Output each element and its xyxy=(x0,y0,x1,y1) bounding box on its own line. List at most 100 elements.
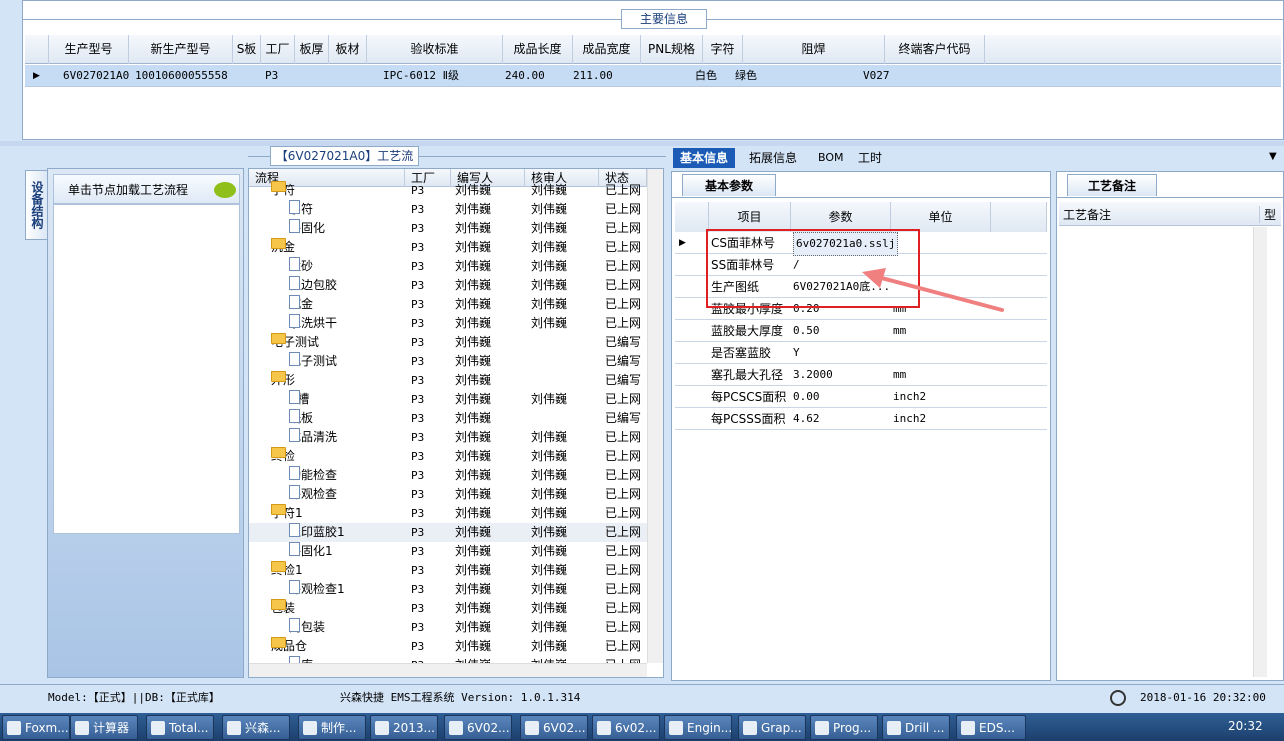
tree-cell-reviewer: 刘伟巍 xyxy=(531,278,568,292)
column-header[interactable]: 板材 xyxy=(329,35,367,64)
table-cell: 每PCSSS面积 xyxy=(711,412,786,426)
tree-cell-writer: 刘伟巍 xyxy=(455,601,492,615)
column-header[interactable]: 成品长度 xyxy=(503,35,573,64)
node-list[interactable] xyxy=(53,204,240,534)
taskbar-button[interactable]: Total... xyxy=(146,715,214,740)
tree-cell-reviewer: 刘伟巍 xyxy=(531,468,568,482)
tree-node[interactable]: −成品仓 P3 刘伟巍 刘伟巍 已上网 xyxy=(249,637,647,656)
table-cell[interactable]: Y xyxy=(793,342,800,364)
chevron-down-icon[interactable]: ▼ xyxy=(1269,151,1277,162)
taskbar-button-label: 6V02... xyxy=(467,721,510,735)
tree-cell-status: 已上网 xyxy=(605,183,642,197)
main-info-title: 主要信息 xyxy=(621,9,707,29)
document-icon xyxy=(289,618,300,632)
taskbar-button[interactable]: Drill ... xyxy=(882,715,950,740)
taskbar-button[interactable]: 计算器 xyxy=(70,715,138,740)
tree-node[interactable]: 铣板 P3 刘伟巍 已编写 xyxy=(249,409,647,428)
app-icon xyxy=(743,721,757,735)
taskbar-button[interactable]: 6V02... xyxy=(520,715,588,740)
tree-node[interactable]: 喷砂 P3 刘伟巍 刘伟巍 已上网 xyxy=(249,257,647,276)
tree-node[interactable]: −沉金 P3 刘伟巍 刘伟巍 已上网 xyxy=(249,238,647,257)
notes-header: 工艺备注 型 xyxy=(1059,202,1281,226)
tree-cell-reviewer: 刘伟巍 xyxy=(531,525,568,539)
document-icon xyxy=(289,276,300,290)
column-header[interactable]: 板厚 xyxy=(295,35,329,64)
tree-cell-writer: 刘伟巍 xyxy=(455,354,492,368)
tree-node[interactable]: 成品清洗 P3 刘伟巍 刘伟巍 已上网 xyxy=(249,428,647,447)
tree-node[interactable]: 外观检查 P3 刘伟巍 刘伟巍 已上网 xyxy=(249,485,647,504)
column-header[interactable]: 成品宽度 xyxy=(573,35,641,64)
column-header[interactable]: 阻焊 xyxy=(743,35,885,64)
taskbar-button[interactable]: Grap... xyxy=(738,715,806,740)
tree-node[interactable]: −电子测试 P3 刘伟巍 已编写 xyxy=(249,333,647,352)
table-cell: 塞孔最大孔径 xyxy=(711,368,784,382)
table-cell[interactable]: 0.50 xyxy=(793,320,820,342)
tree-node[interactable]: −外形 P3 刘伟巍 已编写 xyxy=(249,371,647,390)
column-header[interactable]: 验收标准 xyxy=(367,35,503,64)
taskbar-button[interactable]: 6v02... xyxy=(592,715,660,740)
taskbar-button[interactable]: 2013... xyxy=(370,715,438,740)
tree-node[interactable]: 终固化1 P3 刘伟巍 刘伟巍 已上网 xyxy=(249,542,647,561)
tree-cell-writer: 刘伟巍 xyxy=(455,278,492,292)
column-header[interactable]: 新生产型号 xyxy=(129,35,233,64)
tree-node[interactable]: −终检1 P3 刘伟巍 刘伟巍 已上网 xyxy=(249,561,647,580)
taskbar-button[interactable]: 制作... xyxy=(298,715,366,740)
taskbar-button[interactable]: Engin... xyxy=(664,715,732,740)
params-column-header[interactable]: 项目 xyxy=(709,202,791,232)
table-cell[interactable]: 4.62 xyxy=(793,408,820,430)
tab-device-structure[interactable]: 设备结构 xyxy=(25,170,47,240)
tree-node[interactable]: 功能检查 P3 刘伟巍 刘伟巍 已上网 xyxy=(249,466,647,485)
process-flow-tree[interactable]: 流程工厂编写人核审人状态 −字符P3刘伟巍刘伟巍已上网字符P3刘伟巍刘伟巍已上网… xyxy=(248,168,664,678)
tree-cell-status: 已上网 xyxy=(605,487,642,501)
column-header[interactable]: 生产型号 xyxy=(49,35,129,64)
tree-node-name: 内包装 xyxy=(289,618,325,637)
tree-cell-reviewer: 刘伟巍 xyxy=(531,430,568,444)
table-cell: 绿色 xyxy=(735,69,757,82)
tree-node[interactable]: −字符 P3 刘伟巍 刘伟巍 已上网 xyxy=(249,181,647,200)
left-panel-header-label: 单击节点加载工艺流程 xyxy=(68,183,189,197)
taskbar-button[interactable]: EDS... xyxy=(956,715,1026,740)
table-row[interactable]: 每PCSCS面积 0.00 inch2 xyxy=(675,386,1047,408)
tree-node[interactable]: 电子测试 P3 刘伟巍 已编写 xyxy=(249,352,647,371)
tree-cell-factory: P3 xyxy=(411,317,425,330)
tree-node[interactable]: 沉金 P3 刘伟巍 刘伟巍 已上网 xyxy=(249,295,647,314)
tree-node[interactable]: 字符 P3 刘伟巍 刘伟巍 已上网 xyxy=(249,200,647,219)
column-header[interactable]: S板 xyxy=(233,35,261,64)
vertical-scrollbar[interactable] xyxy=(647,169,663,663)
horizontal-scrollbar[interactable] xyxy=(249,663,647,677)
table-row[interactable]: 塞孔最大孔径 3.2000 mm xyxy=(675,364,1047,386)
tab-extended-info[interactable]: 拓展信息 xyxy=(742,148,804,168)
tree-node[interactable]: −字符1 P3 刘伟巍 刘伟巍 已上网 xyxy=(249,504,647,523)
table-cell[interactable]: 3.2000 xyxy=(793,364,833,386)
params-column-header[interactable]: 参数 xyxy=(791,202,891,232)
tree-node[interactable]: −终检 P3 刘伟巍 刘伟巍 已上网 xyxy=(249,447,647,466)
column-header[interactable]: 字符 xyxy=(703,35,743,64)
column-header[interactable]: 终端客户代码 xyxy=(885,35,985,64)
tree-node[interactable]: 内包装 P3 刘伟巍 刘伟巍 已上网 xyxy=(249,618,647,637)
taskbar-button[interactable]: Prog... xyxy=(810,715,878,740)
column-header[interactable]: 工厂 xyxy=(261,35,295,64)
tree-node[interactable]: 丝印蓝胶1 P3 刘伟巍 刘伟巍 已上网 xyxy=(249,523,647,542)
tree-node[interactable]: 终固化 P3 刘伟巍 刘伟巍 已上网 xyxy=(249,219,647,238)
tree-node[interactable]: 外观检查1 P3 刘伟巍 刘伟巍 已上网 xyxy=(249,580,647,599)
taskbar-button[interactable]: 兴森... xyxy=(222,715,290,740)
tree-node[interactable]: V槽 P3 刘伟巍 刘伟巍 已上网 xyxy=(249,390,647,409)
tree-cell-status: 已编写 xyxy=(605,373,642,387)
column-header[interactable]: PNL规格 xyxy=(641,35,703,64)
table-row[interactable]: 是否塞蓝胶 Y xyxy=(675,342,1047,364)
tree-node[interactable]: 水洗烘干 P3 刘伟巍 刘伟巍 已上网 xyxy=(249,314,647,333)
app-icon xyxy=(449,721,463,735)
vertical-scrollbar[interactable] xyxy=(1253,227,1267,677)
params-column-header[interactable]: 单位 xyxy=(891,202,991,232)
tab-bom[interactable]: BOM xyxy=(811,148,851,168)
tab-work-hours[interactable]: 工时 xyxy=(851,148,889,168)
table-row[interactable]: ▶ 6V027021A0 10010600055558 P3 IPC-6012 Ⅱ级 24… xyxy=(25,65,1281,87)
tree-node[interactable]: −包装 P3 刘伟巍 刘伟巍 已上网 xyxy=(249,599,647,618)
tab-basic-info[interactable]: 基本信息 xyxy=(673,148,736,168)
table-row[interactable]: 蓝胶最大厚度 0.50 mm xyxy=(675,320,1047,342)
tree-node[interactable]: 板边包胶 P3 刘伟巍 刘伟巍 已上网 xyxy=(249,276,647,295)
table-cell[interactable]: 0.00 xyxy=(793,386,820,408)
taskbar-button[interactable]: Foxm... xyxy=(2,715,70,740)
table-row[interactable]: 每PCSSS面积 4.62 inch2 xyxy=(675,408,1047,430)
taskbar-button[interactable]: 6V02... xyxy=(444,715,512,740)
